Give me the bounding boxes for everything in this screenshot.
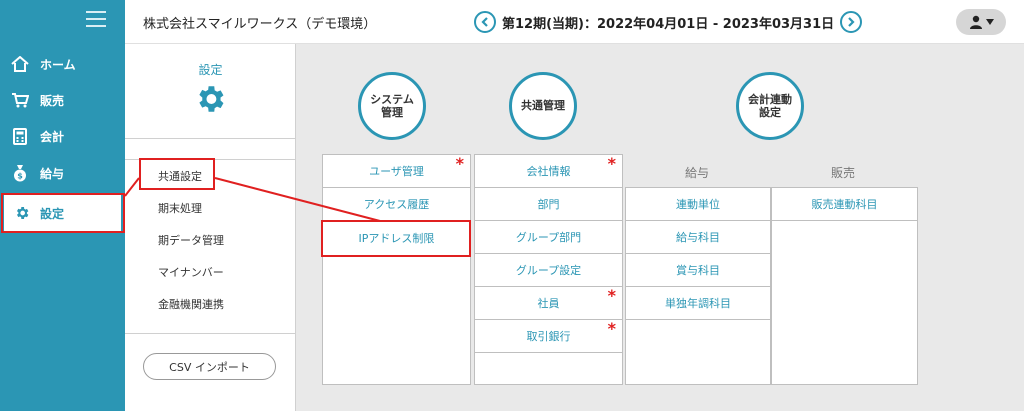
annotation-arrows (124, 177, 381, 222)
